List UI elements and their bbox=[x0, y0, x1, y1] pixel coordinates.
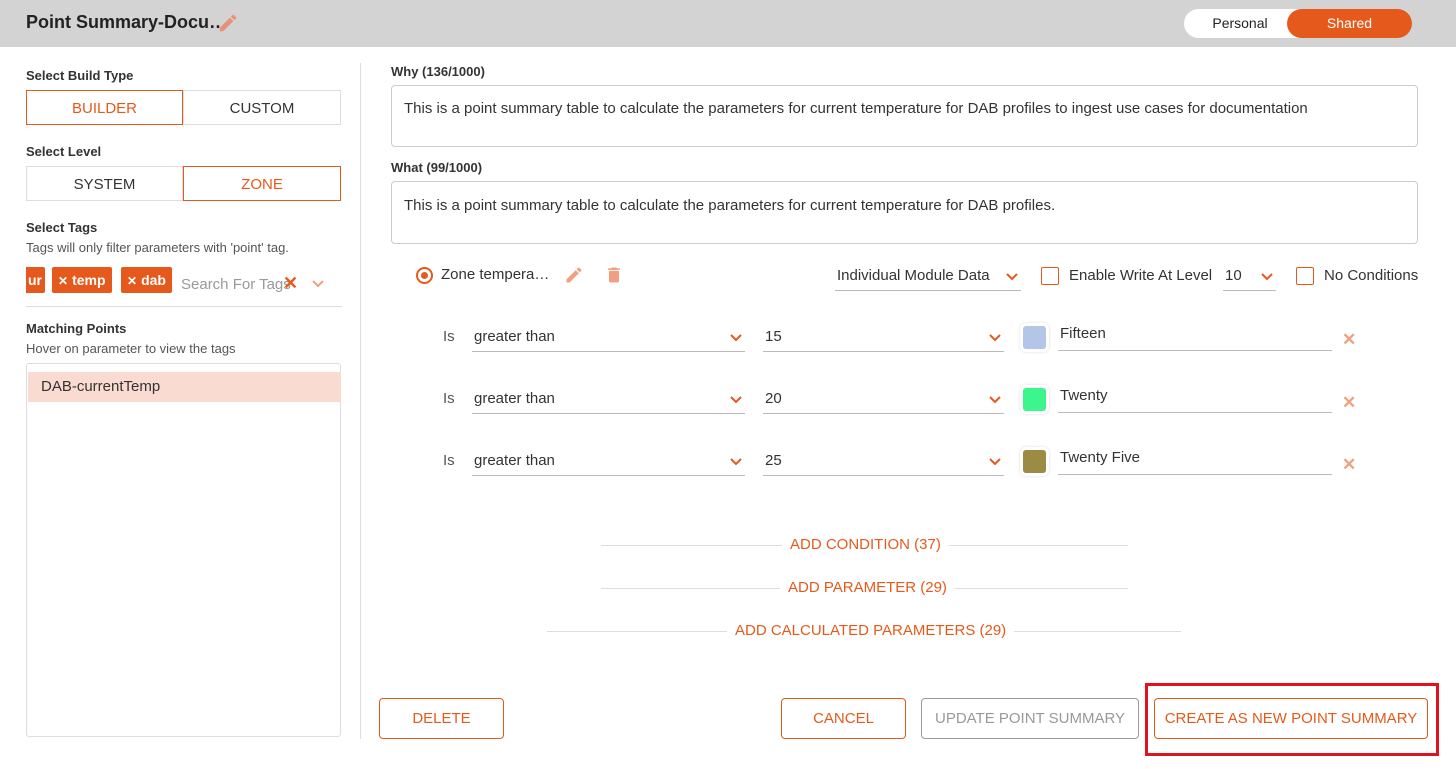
operator-value: greater than bbox=[474, 390, 555, 407]
personal-shared-toggle: Personal Shared bbox=[1184, 9, 1412, 38]
chevron-down-icon bbox=[989, 334, 1001, 342]
enable-write-label: Enable Write At Level bbox=[1069, 267, 1213, 284]
cancel-button[interactable]: CANCEL bbox=[781, 698, 906, 739]
toggle-shared[interactable]: Shared bbox=[1287, 9, 1412, 38]
tag-chip[interactable]: ur bbox=[26, 267, 45, 293]
condition-label-input[interactable]: Twenty bbox=[1058, 387, 1332, 413]
chevron-down-icon bbox=[989, 396, 1001, 404]
operator-select[interactable]: greater than bbox=[472, 446, 745, 476]
remove-tag-icon[interactable]: ✕ bbox=[127, 274, 137, 288]
add-parameter-link[interactable]: ADD PARAMETER (29) bbox=[780, 579, 955, 596]
list-item[interactable]: DAB-currentTemp bbox=[28, 372, 341, 402]
why-textarea[interactable]: This is a point summary table to calcula… bbox=[391, 85, 1418, 147]
top-bar: Point Summary-Docu… Personal Shared bbox=[0, 0, 1456, 47]
no-conditions-checkbox[interactable] bbox=[1296, 267, 1314, 285]
chevron-down-icon bbox=[730, 334, 742, 342]
chevron-down-icon bbox=[730, 458, 742, 466]
zone-option[interactable]: ZONE bbox=[183, 166, 341, 201]
write-level-select[interactable]: 10 bbox=[1223, 262, 1276, 291]
build-type-label: Select Build Type bbox=[26, 68, 134, 83]
threshold-select[interactable]: 20 bbox=[763, 384, 1004, 414]
remove-condition-icon[interactable]: ✕ bbox=[1342, 393, 1356, 413]
add-calculated-parameters-link[interactable]: ADD CALCULATED PARAMETERS (29) bbox=[727, 622, 1015, 639]
is-label: Is bbox=[443, 452, 455, 469]
threshold-value: 15 bbox=[765, 328, 782, 345]
remove-tag-icon[interactable]: ✕ bbox=[58, 274, 68, 288]
parameter-radio[interactable] bbox=[416, 267, 433, 284]
builder-option[interactable]: BUILDER bbox=[26, 90, 183, 125]
operator-value: greater than bbox=[474, 328, 555, 345]
page-title: Point Summary-Docu… bbox=[26, 12, 228, 32]
tag-chip-dab[interactable]: ✕ dab bbox=[121, 267, 172, 293]
update-point-summary-button[interactable]: UPDATE POINT SUMMARY bbox=[921, 698, 1139, 739]
system-option[interactable]: SYSTEM bbox=[26, 166, 183, 201]
no-conditions-label: No Conditions bbox=[1324, 267, 1419, 284]
tag-chip-temp[interactable]: ✕ temp bbox=[52, 267, 112, 293]
what-label: What (99/1000) bbox=[391, 160, 483, 175]
tag-chip-label: dab bbox=[141, 272, 166, 288]
threshold-value: 25 bbox=[765, 452, 782, 469]
chevron-down-icon[interactable] bbox=[310, 276, 326, 292]
color-swatch[interactable] bbox=[1023, 388, 1046, 411]
color-swatch[interactable] bbox=[1023, 450, 1046, 473]
operator-select[interactable]: greater than bbox=[472, 322, 745, 352]
matching-points-hint: Hover on parameter to view the tags bbox=[26, 341, 236, 356]
is-label: Is bbox=[443, 328, 455, 345]
threshold-value: 20 bbox=[765, 390, 782, 407]
add-condition-link[interactable]: ADD CONDITION (37) bbox=[782, 536, 949, 553]
tags-label: Select Tags bbox=[26, 220, 98, 235]
remove-condition-icon[interactable]: ✕ bbox=[1342, 455, 1356, 475]
clear-tags-icon[interactable]: ✕ bbox=[283, 273, 298, 294]
enable-write-checkbox[interactable] bbox=[1041, 267, 1059, 285]
trash-icon[interactable] bbox=[604, 265, 624, 285]
why-label: Why (136/1000) bbox=[391, 64, 485, 79]
tag-search-input[interactable]: Search For Tags bbox=[181, 276, 291, 293]
remove-condition-icon[interactable]: ✕ bbox=[1342, 330, 1356, 350]
chevron-down-icon bbox=[730, 396, 742, 404]
matching-points-list: DAB-currentTemp bbox=[26, 363, 341, 737]
chevron-down-icon bbox=[1261, 273, 1273, 281]
is-label: Is bbox=[443, 390, 455, 407]
divider bbox=[26, 306, 342, 307]
custom-option[interactable]: CUSTOM bbox=[183, 90, 341, 125]
operator-select[interactable]: greater than bbox=[472, 384, 745, 414]
edit-parameter-icon[interactable] bbox=[564, 265, 584, 285]
tag-chip-label: temp bbox=[72, 272, 106, 288]
write-level-value: 10 bbox=[1225, 267, 1242, 284]
color-swatch[interactable] bbox=[1023, 326, 1046, 349]
delete-button[interactable]: DELETE bbox=[379, 698, 504, 739]
tag-chip-label: ur bbox=[28, 272, 42, 288]
parameter-name: Zone tempera… bbox=[441, 266, 550, 283]
toggle-personal[interactable]: Personal bbox=[1184, 9, 1296, 38]
level-label: Select Level bbox=[26, 144, 102, 159]
data-mode-value: Individual Module Data bbox=[837, 267, 990, 284]
what-textarea[interactable]: This is a point summary table to calcula… bbox=[391, 181, 1418, 244]
data-mode-select[interactable]: Individual Module Data bbox=[835, 262, 1021, 291]
chevron-down-icon bbox=[1006, 273, 1018, 281]
chevron-down-icon bbox=[989, 458, 1001, 466]
condition-label-input[interactable]: Twenty Five bbox=[1058, 449, 1332, 475]
tags-hint: Tags will only filter parameters with 'p… bbox=[26, 240, 289, 255]
pencil-icon[interactable] bbox=[217, 12, 239, 34]
matching-points-label: Matching Points bbox=[26, 321, 127, 336]
threshold-select[interactable]: 25 bbox=[763, 446, 1004, 476]
divider bbox=[360, 63, 361, 739]
operator-value: greater than bbox=[474, 452, 555, 469]
threshold-select[interactable]: 15 bbox=[763, 322, 1004, 352]
condition-label-input[interactable]: Fifteen bbox=[1058, 325, 1332, 351]
highlight-box bbox=[1145, 683, 1439, 756]
